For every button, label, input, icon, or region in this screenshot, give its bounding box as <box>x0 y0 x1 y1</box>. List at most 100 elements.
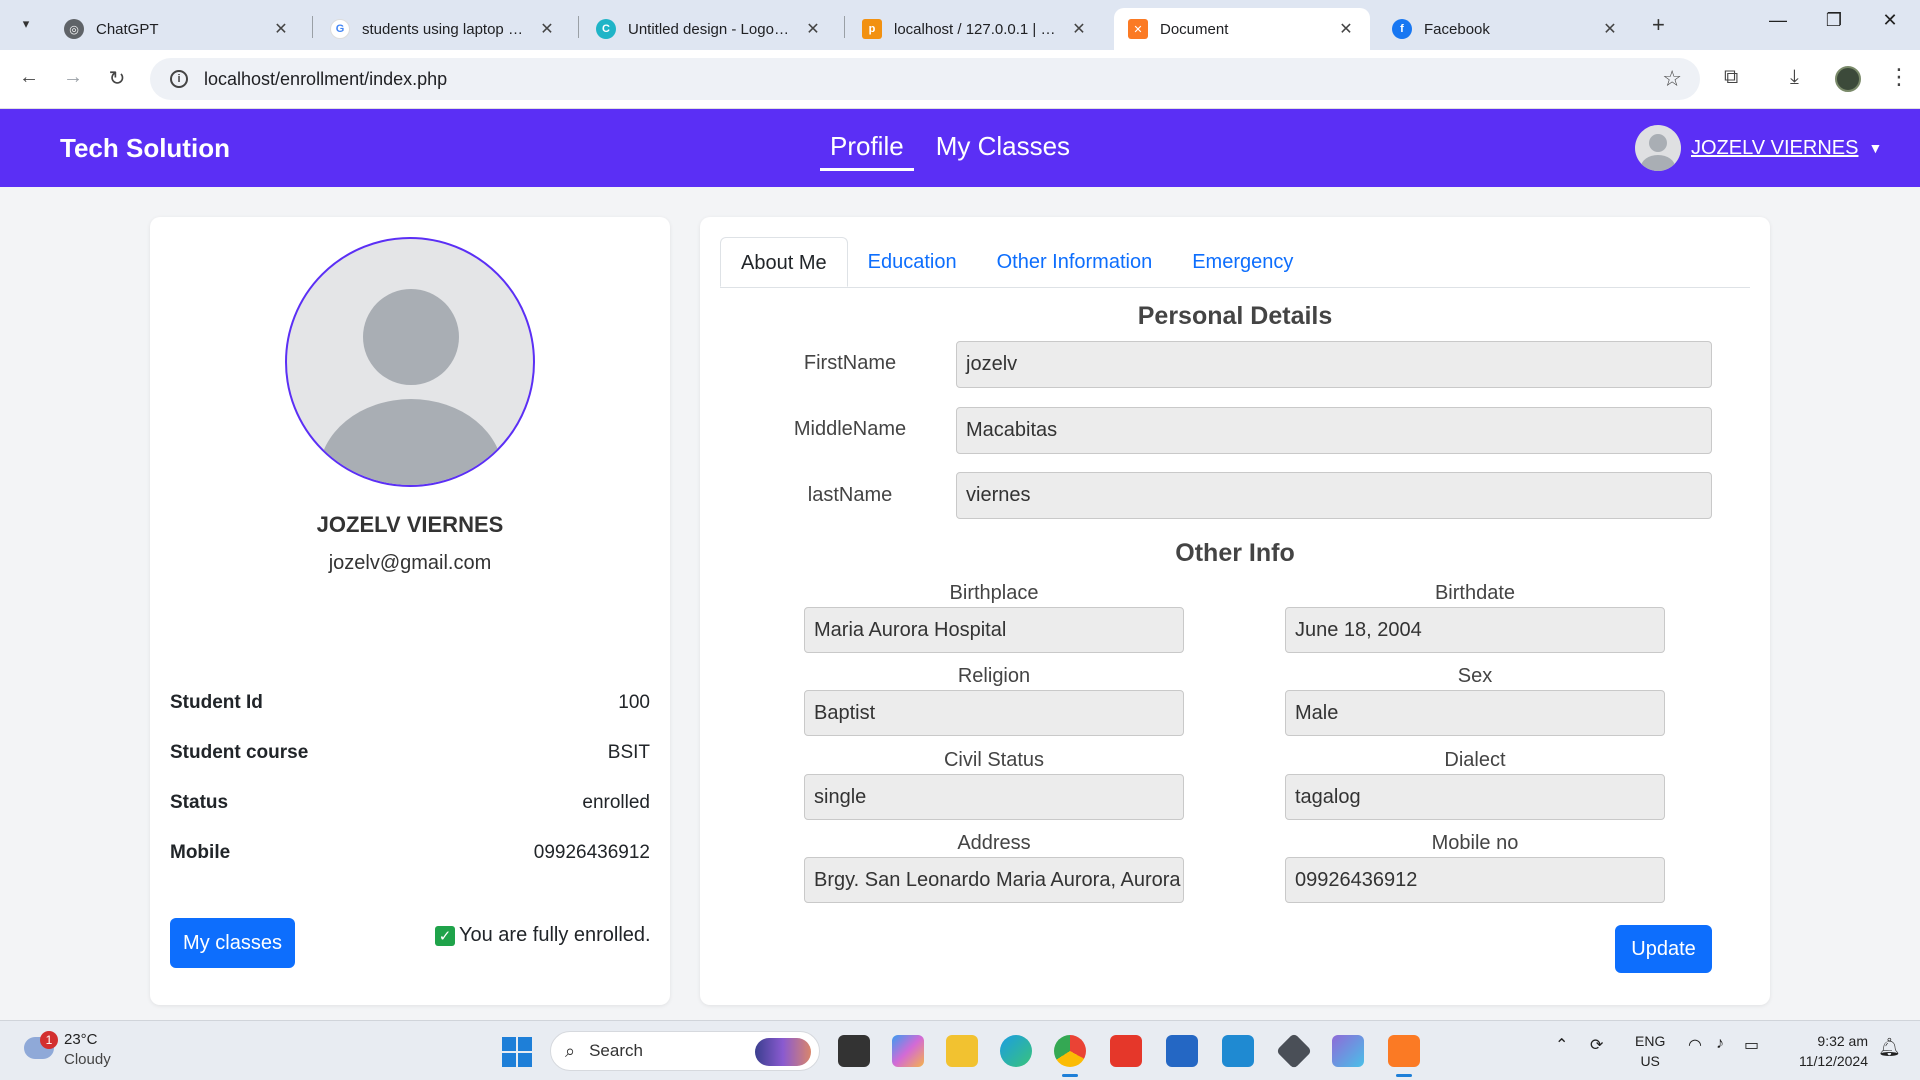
tab-other-information[interactable]: Other Information <box>977 237 1173 287</box>
brand-logo-text[interactable]: Tech Solution <box>60 133 230 164</box>
minimize-icon[interactable]: — <box>1758 10 1798 31</box>
middle-name-field[interactable]: Macabitas <box>956 407 1712 454</box>
update-button[interactable]: Update <box>1615 925 1712 973</box>
battery-icon[interactable]: ▭ <box>1744 1035 1759 1055</box>
address-field[interactable]: Brgy. San Leonardo Maria Aurora, Aurora <box>804 857 1184 903</box>
show-hidden-icons-chevron-icon[interactable]: ⌃ <box>1555 1035 1568 1055</box>
language-indicator[interactable]: ENG US <box>1635 1031 1665 1071</box>
tab-about-me[interactable]: About Me <box>720 237 848 287</box>
weather-temperature[interactable]: 23°C <box>64 1031 98 1048</box>
nav-my-classes-link[interactable]: My Classes <box>926 131 1080 171</box>
browser-tab-phpmyadmin[interactable]: p localhost / 127.0.0.1 | phpM ✕ <box>848 8 1103 50</box>
app-navbar: Tech Solution Profile My Classes JOZELV … <box>0 109 1920 187</box>
windows-start-icon[interactable] <box>502 1037 532 1067</box>
first-name-field[interactable]: jozelv <box>956 341 1712 388</box>
user-name-link[interactable]: JOZELV VIERNES <box>1691 137 1858 160</box>
tab-education[interactable]: Education <box>848 237 977 287</box>
birthdate-label: Birthdate <box>1434 582 1516 604</box>
my-classes-button[interactable]: My classes <box>170 918 295 968</box>
browser-tab-strip: ▾ ◎ ChatGPT ✕ G students using laptop ta… <box>0 0 1920 50</box>
mobile-no-field[interactable]: 09926436912 <box>1285 857 1665 903</box>
status-row: Status enrolled <box>170 792 650 813</box>
enrolled-status-note: ✓ You are fully enrolled. <box>435 924 651 947</box>
bookmark-star-icon[interactable]: ☆ <box>1662 66 1682 92</box>
profile-form-card: About Me Education Other Information Eme… <box>700 217 1770 1005</box>
microsoft-store-icon[interactable] <box>1166 1035 1198 1067</box>
address-bar[interactable]: i localhost/enrollment/index.php ☆ <box>150 58 1700 100</box>
close-icon[interactable]: ✕ <box>803 19 823 39</box>
student-id-row: Student Id 100 <box>170 692 650 713</box>
volume-icon[interactable]: ♪ <box>1716 1035 1724 1053</box>
student-name: JOZELV VIERNES <box>316 512 504 537</box>
unity-app-icon[interactable] <box>1275 1032 1313 1070</box>
last-name-field[interactable]: viernes <box>956 472 1712 519</box>
other-info-heading: Other Info <box>1175 539 1295 567</box>
download-icon[interactable]: ⤓ <box>1790 66 1799 89</box>
student-email: jozelv@gmail.com <box>328 552 492 574</box>
edge-browser-icon[interactable] <box>1000 1035 1032 1067</box>
forward-arrow-icon[interactable]: → <box>58 66 88 89</box>
browser-profile-avatar[interactable] <box>1835 66 1861 92</box>
windows-taskbar: 1 23°C Cloudy ⌕ Search ⌃ ⟳ ENG US ◠ ♪ ▭ … <box>0 1020 1920 1080</box>
religion-field[interactable]: Baptist <box>804 690 1184 736</box>
user-dropdown[interactable]: JOZELV VIERNES ▼ <box>1635 125 1882 171</box>
close-icon[interactable]: ✕ <box>271 19 291 39</box>
dialect-field[interactable]: tagalog <box>1285 774 1665 820</box>
restore-icon[interactable]: ❐ <box>1814 10 1854 31</box>
xampp-taskbar-icon[interactable] <box>1388 1035 1420 1077</box>
copilot-icon[interactable] <box>892 1035 924 1067</box>
xampp-icon: ✕ <box>1128 19 1148 39</box>
mobile-no-label: Mobile no <box>1431 832 1519 854</box>
main-content: JOZELV VIERNES jozelv@gmail.com Student … <box>0 187 1920 1020</box>
dev-tool-app-icon[interactable] <box>1332 1035 1364 1067</box>
chrome-browser-icon[interactable] <box>1054 1035 1086 1077</box>
caret-down-icon[interactable]: ▼ <box>1868 140 1882 156</box>
browser-toolbar: ← → ↻ i localhost/enrollment/index.php ☆… <box>0 50 1920 109</box>
wifi-icon[interactable]: ◠ <box>1688 1035 1702 1055</box>
reload-icon[interactable]: ↻ <box>102 66 132 91</box>
system-clock[interactable]: 9:32 am 11/12/2024 <box>1780 1031 1868 1071</box>
task-view-icon[interactable] <box>838 1035 870 1067</box>
tab-search-chevron-icon[interactable]: ▾ <box>12 10 40 38</box>
site-info-icon[interactable]: i <box>170 70 188 88</box>
birthplace-field[interactable]: Maria Aurora Hospital <box>804 607 1184 653</box>
birthdate-field[interactable]: June 18, 2004 <box>1285 607 1665 653</box>
extensions-puzzle-icon[interactable]: ⧉ <box>1724 66 1738 89</box>
first-name-label: FirstName <box>803 352 897 374</box>
browser-tab-google[interactable]: G students using laptop table ✕ <box>316 8 571 50</box>
close-icon[interactable]: ✕ <box>1336 19 1356 39</box>
sex-field[interactable]: Male <box>1285 690 1665 736</box>
sync-icon[interactable]: ⟳ <box>1590 1035 1603 1055</box>
canva-icon: C <box>596 19 616 39</box>
browser-tab-facebook[interactable]: f Facebook ✕ <box>1378 8 1634 50</box>
student-course-row: Student course BSIT <box>170 742 650 763</box>
civil-status-field[interactable]: single <box>804 774 1184 820</box>
close-icon[interactable]: ✕ <box>537 19 557 39</box>
tab-emergency[interactable]: Emergency <box>1172 237 1313 287</box>
religion-label: Religion <box>957 665 1031 687</box>
url-text[interactable]: localhost/enrollment/index.php <box>204 69 447 90</box>
file-explorer-icon[interactable] <box>946 1035 978 1067</box>
checkbox-checked-icon: ✓ <box>435 925 455 946</box>
google-icon: G <box>330 19 350 39</box>
window-close-icon[interactable]: ✕ <box>1870 10 1910 31</box>
new-tab-plus-icon[interactable]: + <box>1652 12 1665 38</box>
nav-profile-link[interactable]: Profile <box>820 131 914 171</box>
search-highlight-image <box>755 1038 811 1066</box>
weather-description[interactable]: Cloudy <box>64 1051 111 1068</box>
close-icon[interactable]: ✕ <box>1069 19 1089 39</box>
phpmyadmin-icon: p <box>862 19 882 39</box>
notification-bell-icon[interactable]: 🔔︎ <box>1878 1037 1901 1058</box>
back-arrow-icon[interactable]: ← <box>14 66 44 89</box>
vscode-icon[interactable] <box>1222 1035 1254 1067</box>
wps-office-icon[interactable] <box>1110 1035 1142 1067</box>
sex-label: Sex <box>1457 665 1493 687</box>
close-icon[interactable]: ✕ <box>1600 19 1620 39</box>
facebook-icon: f <box>1392 19 1412 39</box>
profile-avatar <box>285 237 535 487</box>
browser-tab-chatgpt[interactable]: ◎ ChatGPT ✕ <box>50 8 305 50</box>
browser-menu-icon[interactable]: ⋮ <box>1888 64 1910 90</box>
taskbar-search[interactable]: ⌕ Search <box>550 1031 820 1071</box>
browser-tab-document[interactable]: ✕ Document ✕ <box>1114 8 1370 50</box>
browser-tab-canva[interactable]: C Untitled design - Logo - Ca ✕ <box>582 8 837 50</box>
